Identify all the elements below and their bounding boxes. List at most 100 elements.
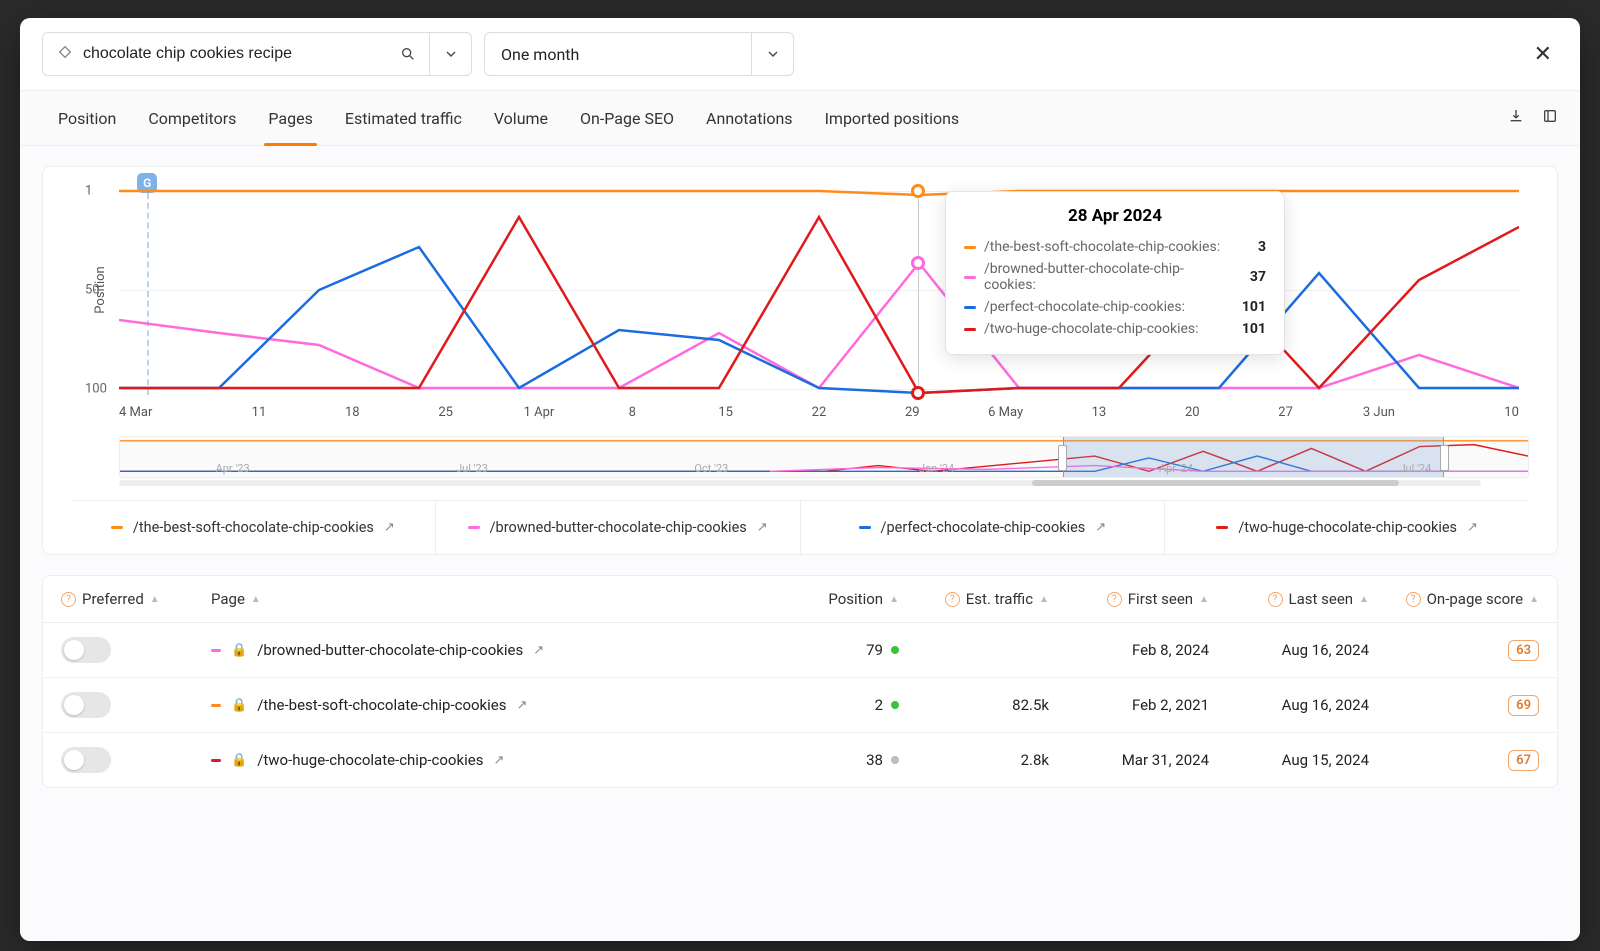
tab-competitors[interactable]: Competitors [132,90,252,146]
external-link-icon[interactable]: ↗ [1467,520,1478,535]
help-icon[interactable]: ? [1107,592,1122,607]
search-button[interactable] [387,33,429,75]
date-range-wrap: One month [484,32,794,76]
close-button[interactable]: ✕ [1528,36,1558,73]
legend-item[interactable]: /the-best-soft-chocolate-chip-cookies↗ [71,501,436,554]
legend-item[interactable]: /browned-butter-chocolate-chip-cookies↗ [436,501,801,554]
keyword-dropdown-button[interactable] [429,33,471,75]
col-preferred[interactable]: ?Preferred▲ [61,590,211,608]
score-pill[interactable]: 63 [1508,640,1539,661]
col-first-seen[interactable]: ?First seen▲ [1049,590,1209,608]
tooltip-value: 101 [1232,299,1266,315]
traffic-value: 2.8k [899,751,1049,769]
brush-handle-left[interactable] [1058,445,1067,471]
tabs-row: Position Competitors Pages Estimated tra… [20,90,1580,146]
help-icon[interactable]: ? [1406,592,1421,607]
help-icon[interactable]: ? [1268,592,1283,607]
tooltip-label: /two-huge-chocolate-chip-cookies: [984,321,1224,337]
tag-icon [57,44,73,64]
col-score[interactable]: ?On-page score▲ [1369,590,1539,608]
score-pill[interactable]: 67 [1508,750,1539,771]
last-seen-value: Aug 16, 2024 [1209,641,1369,659]
preferred-toggle[interactable] [61,692,111,718]
status-dot [891,646,899,654]
legend-item[interactable]: /two-huge-chocolate-chip-cookies↗ [1165,501,1529,554]
position-value: 38 [866,751,883,769]
y-tick: 1 [85,184,92,199]
col-last-seen[interactable]: ?Last seen▲ [1209,590,1369,608]
sort-icon[interactable]: ▲ [1039,594,1049,605]
sort-icon[interactable]: ▲ [1529,594,1539,605]
external-link-icon[interactable]: ↗ [757,520,768,535]
first-seen-value: Feb 8, 2024 [1049,641,1209,659]
chart-area[interactable]: Position 1 50 100 G [119,185,1519,395]
tooltip-date: 28 Apr 2024 [964,206,1266,226]
chart-hover-point [911,184,925,198]
tab-estimated-traffic[interactable]: Estimated traffic [329,90,478,146]
external-link-icon[interactable]: ↗ [1095,520,1106,535]
help-icon[interactable]: ? [945,592,960,607]
page-path: /the-best-soft-chocolate-chip-cookies [257,696,506,714]
brush-scrollbar[interactable] [119,480,1481,486]
tab-volume[interactable]: Volume [478,90,564,146]
page-path: /browned-butter-chocolate-chip-cookies [257,641,523,659]
lock-icon: 🔒 [231,698,247,713]
first-seen-value: Mar 31, 2024 [1049,751,1209,769]
sort-icon[interactable]: ▲ [251,594,261,605]
date-range-dropdown-button[interactable] [751,33,793,75]
chart-hover-line [918,185,919,395]
tab-on-page-seo[interactable]: On-Page SEO [564,90,690,146]
col-position[interactable]: Position▲ [769,590,899,608]
sort-icon[interactable]: ▲ [1359,594,1369,605]
position-value: 79 [866,641,883,659]
tooltip-color-swatch [964,246,976,249]
chart-card: Position 1 50 100 G [42,166,1558,555]
series-color-swatch [211,759,221,762]
tooltip-color-swatch [964,306,976,309]
legend-item[interactable]: /perfect-chocolate-chip-cookies↗ [801,501,1166,554]
help-icon[interactable]: ? [61,592,76,607]
sort-icon[interactable]: ▲ [150,594,160,605]
external-link-icon[interactable]: ↗ [493,753,504,768]
time-brush[interactable]: Apr '23 Jul '23 Oct '23 Jan '24 Apr '24 … [119,436,1529,478]
score-pill[interactable]: 69 [1508,695,1539,716]
tooltip-value: 3 [1232,239,1266,255]
tab-annotations[interactable]: Annotations [690,90,809,146]
keyword-search-wrap [42,32,472,76]
series-color-swatch [211,649,221,652]
external-link-icon[interactable]: ↗ [517,698,528,713]
tooltip-label: /the-best-soft-chocolate-chip-cookies: [984,239,1224,255]
tab-position[interactable]: Position [42,90,132,146]
status-dot [891,701,899,709]
date-range-label: One month [485,33,751,75]
table-row: 🔒/the-best-soft-chocolate-chip-cookies↗ … [43,678,1557,733]
x-axis-ticks: 4 Mar1118251 Apr81522296 May1320273 Jun1… [119,395,1519,424]
download-icon[interactable] [1508,108,1524,129]
position-value: 2 [875,696,883,714]
chart-svg [119,185,1519,395]
col-page[interactable]: Page▲ [211,590,769,608]
preferred-toggle[interactable] [61,637,111,663]
tab-imported-positions[interactable]: Imported positions [809,90,976,146]
tooltip-value: 101 [1232,321,1266,337]
tooltip-value: 37 [1232,269,1266,285]
y-tick: 50 [85,283,100,298]
preferred-toggle[interactable] [61,747,111,773]
expand-icon[interactable] [1542,108,1558,129]
table-row: 🔒 /browned-butter-chocolate-chip-cookies ↗… [43,623,1557,678]
keyword-input[interactable] [83,45,373,63]
tab-pages[interactable]: Pages [252,90,328,146]
external-link-icon[interactable]: ↗ [384,520,395,535]
table-row: 🔒/two-huge-chocolate-chip-cookies↗ 38 2.… [43,733,1557,787]
external-link-icon[interactable]: ↗ [533,643,544,658]
sort-icon[interactable]: ▲ [1199,594,1209,605]
y-tick: 100 [85,381,107,396]
brush-handle-right[interactable] [1440,445,1449,471]
page-path: /two-huge-chocolate-chip-cookies [257,751,483,769]
tooltip-color-swatch [964,276,976,279]
lock-icon: 🔒 [231,643,247,658]
col-traffic[interactable]: ?Est. traffic▲ [899,590,1049,608]
chart-hover-point [911,386,925,400]
sort-icon[interactable]: ▲ [889,594,899,605]
keyword-detail-modal: One month ✕ Position Competitors Pages E… [20,18,1580,941]
